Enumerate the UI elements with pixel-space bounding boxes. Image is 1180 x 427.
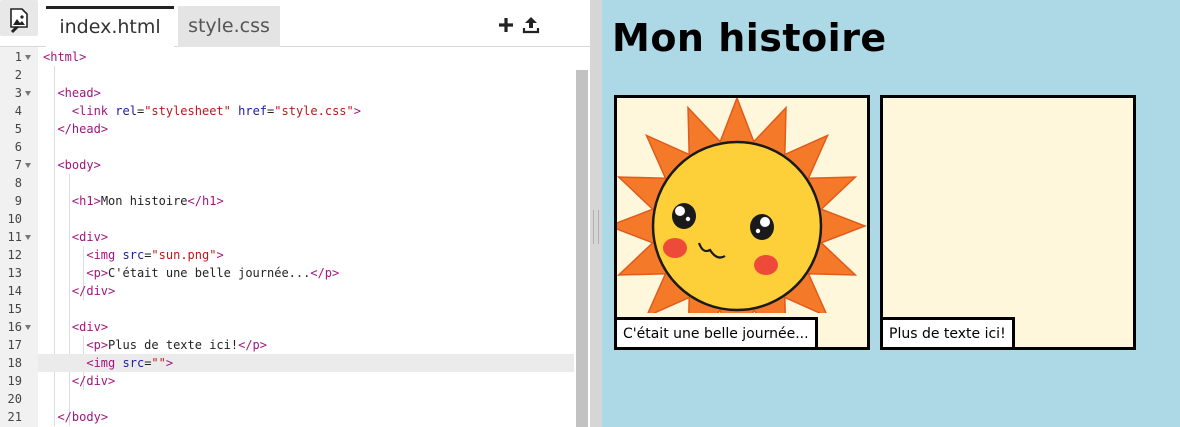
code-line[interactable]: <img src="">: [38, 354, 574, 372]
divider-grip[interactable]: [593, 210, 599, 244]
line-number: 17: [7, 338, 22, 352]
line-number: 16: [7, 320, 22, 334]
upload-icon[interactable]: [522, 16, 540, 34]
line-number: 13: [7, 266, 22, 280]
line-number: 10: [7, 212, 22, 226]
code-line[interactable]: [38, 390, 574, 408]
code-line[interactable]: </body>: [38, 408, 574, 426]
line-number: 9: [14, 194, 22, 208]
story-panel-2: Plus de texte ici!: [880, 95, 1136, 350]
code-line[interactable]: [38, 210, 574, 228]
code-line[interactable]: [38, 300, 574, 318]
line-number: 15: [7, 302, 22, 316]
line-number: 5: [14, 122, 22, 136]
code-line[interactable]: <link rel="stylesheet" href="style.css">: [38, 102, 574, 120]
line-number: 11: [7, 230, 22, 244]
add-icon[interactable]: [497, 16, 515, 34]
fold-arrow-icon[interactable]: [25, 325, 31, 330]
image-icon: [10, 8, 28, 28]
story-panel-1: C'était une belle journée...: [614, 95, 870, 350]
tab-style-css[interactable]: style.css: [178, 6, 280, 47]
line-number: 18: [7, 356, 22, 370]
line-number: 8: [14, 176, 22, 190]
code-line[interactable]: <h1>Mon histoire</h1>: [38, 192, 574, 210]
fold-arrow-icon[interactable]: [25, 235, 31, 240]
code-line[interactable]: [38, 138, 574, 156]
tab-bar: index.html style.css: [0, 0, 590, 47]
code-line[interactable]: </div>: [38, 282, 574, 300]
line-number: 6: [14, 140, 22, 154]
line-number: 7: [14, 158, 22, 172]
code-line[interactable]: [38, 66, 574, 84]
code-line[interactable]: <div>: [38, 228, 574, 246]
line-number: 20: [7, 392, 22, 406]
code-line[interactable]: <head>: [38, 84, 574, 102]
pane-divider[interactable]: [590, 0, 602, 427]
code-line[interactable]: <p>Plus de texte ici!</p>: [38, 336, 574, 354]
line-number: 4: [14, 104, 22, 118]
code-line[interactable]: <img src="sun.png">: [38, 246, 574, 264]
fold-arrow-icon[interactable]: [25, 163, 31, 168]
code-line[interactable]: <body>: [38, 156, 574, 174]
line-number: 14: [7, 284, 22, 298]
code-area[interactable]: <html> <head> <link rel="stylesheet" hre…: [38, 47, 574, 427]
panel-1-caption: C'était une belle journée...: [617, 317, 818, 347]
code-editor: index.html style.css 1 2 3 4 5 6 7 8 9 10 11 12 13 14…: [0, 0, 590, 427]
fold-arrow-icon[interactable]: [25, 55, 31, 60]
line-number: 1: [14, 50, 22, 64]
code-line[interactable]: <div>: [38, 318, 574, 336]
fold-arrow-icon[interactable]: [25, 91, 31, 96]
code-line[interactable]: </div>: [38, 372, 574, 390]
line-number: 19: [7, 374, 22, 388]
code-line[interactable]: <html>: [38, 48, 574, 66]
line-number: 2: [14, 68, 22, 82]
code-line[interactable]: <p>C'était une belle journée...</p>: [38, 264, 574, 282]
sun-image: [617, 98, 867, 313]
preview-pane: Mon histoire C'était une belle journée..…: [602, 0, 1180, 427]
line-number: 21: [7, 410, 22, 424]
code-line[interactable]: </head>: [38, 120, 574, 138]
panel-2-caption: Plus de texte ici!: [883, 317, 1015, 347]
editor-scrollbar[interactable]: [576, 70, 588, 427]
code-line[interactable]: [38, 174, 574, 192]
line-number-gutter: 1 2 3 4 5 6 7 8 9 10 11 12 13 14 15 16 17 18 19 20 21: [0, 47, 38, 427]
page-title: Mon histoire: [612, 16, 887, 60]
tab-index-html[interactable]: index.html: [46, 6, 174, 47]
line-number: 12: [7, 248, 22, 262]
line-number: 3: [14, 86, 22, 100]
